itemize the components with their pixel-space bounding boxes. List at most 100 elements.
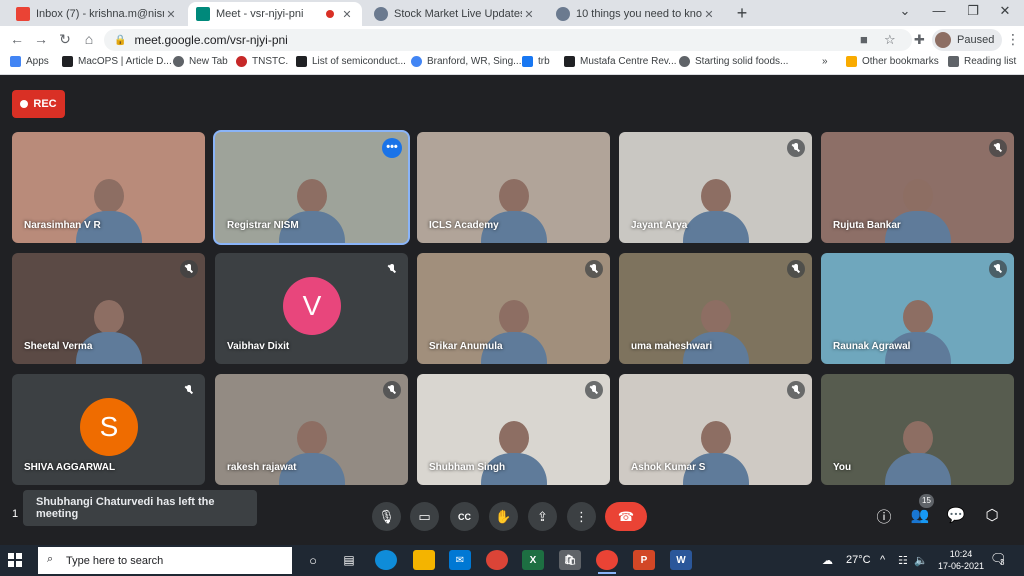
word-icon[interactable]: W [670,550,692,570]
chat-icon[interactable]: 💬 [945,506,967,524]
participant-name: Rujuta Bankar [833,220,901,231]
participant-tile[interactable]: Ashok Kumar S [619,374,812,485]
tab-title: Stock Market Live Updates: Sens [394,8,522,20]
windows-start-icon[interactable] [8,553,22,567]
leave-call-button[interactable]: ☎ [605,502,647,531]
forward-button[interactable]: → [32,31,50,47]
excel-icon[interactable]: X [522,550,544,570]
weather-icon[interactable]: ☁ [822,554,833,567]
bookmark-trb[interactable]: trb [522,56,550,67]
store-icon[interactable]: 🛍 [559,550,581,570]
tile-options-icon[interactable]: ••• [382,138,402,158]
taskbar-search-box[interactable]: ⌕ Type here to search [38,547,292,574]
tray-chevron-icon[interactable]: ^ [880,554,885,566]
tab-meet[interactable]: Meet - vsr-njyi-pni ✕ [188,2,362,26]
edge-icon[interactable] [375,550,397,570]
chrome-icon[interactable] [486,550,508,570]
task-view-icon[interactable]: ▤ [338,550,360,570]
bookmark-reading-list[interactable]: Reading list [948,56,1016,67]
close-icon[interactable]: ✕ [522,8,536,21]
participant-name: You [833,462,852,473]
file-explorer-icon[interactable] [413,550,435,570]
bookmark-label: trb [538,56,550,67]
bookmark-macops[interactable]: MacOPS | Article D... [62,56,172,67]
bookmark-star-icon[interactable]: ☆ [884,32,896,48]
participant-video [275,175,349,243]
participant-video [679,175,753,243]
mic-off-icon [180,260,198,278]
bookmark-solid-foods[interactable]: Starting solid foods... [679,56,788,67]
captions-button[interactable]: CC [450,502,479,531]
bookmark-tnstc[interactable]: TNSTC. [236,56,288,67]
taskbar-clock[interactable]: 10:24 17-06-2021 [936,548,986,572]
bookmark-label: Starting solid foods... [695,56,789,67]
bookmark-new-tab[interactable]: New Tab [173,56,228,67]
mic-off-icon [787,381,805,399]
activities-icon[interactable]: ⬡ [981,506,1003,524]
camera-icon[interactable]: ■ [860,32,868,47]
mic-off-icon [989,260,1007,278]
more-options-button[interactable]: ⋮ [567,502,596,531]
extensions-icon[interactable]: ✚ [914,32,925,48]
chrome-active-icon[interactable] [596,550,618,574]
participant-tile[interactable]: Sheetal Verma [12,253,205,364]
participant-tile[interactable]: Rujuta Bankar [821,132,1014,243]
people-icon[interactable]: 👥 [909,506,931,524]
mic-off-icon [383,260,401,278]
bookmark-semiconductors[interactable]: List of semiconduct... [296,56,406,67]
more-bookmarks-chevron-icon[interactable]: » [822,56,828,67]
back-button[interactable]: ← [8,31,26,47]
participant-tile[interactable]: Registrar NISM ••• [215,132,408,243]
window-close-button[interactable]: ✕ [990,3,1020,19]
raise-hand-button[interactable]: ✋ [489,502,518,531]
bookmark-branford[interactable]: Branford, WR, Sing... [411,56,521,67]
participant-tile[interactable]: Jayant Arya [619,132,812,243]
camera-button[interactable]: ▭ [410,502,439,531]
restore-button[interactable]: ❐ [958,3,988,19]
network-icon[interactable]: ☷ [898,554,908,567]
participant-tile[interactable]: rakesh rajawat [215,374,408,485]
participant-video [679,296,753,364]
powerpoint-icon[interactable]: P [633,550,655,570]
participant-tile[interactable]: ICLS Academy [417,132,610,243]
mail-icon[interactable]: ✉ [449,550,471,570]
participant-tile[interactable]: S SHIVA AGGARWAL [12,374,205,485]
meeting-details-icon[interactable]: ⓘ [873,506,895,527]
profile-button[interactable]: Paused [932,29,1003,51]
gmail-icon [16,7,30,21]
news-icon [374,7,388,21]
participant-tile[interactable]: uma maheshwari [619,253,812,364]
participant-tile[interactable]: V Vaibhav Dixit [215,253,408,364]
mic-off-icon [180,381,198,399]
participant-tile[interactable]: You [821,374,1014,485]
reload-button[interactable]: ↻ [56,31,74,48]
cortana-icon[interactable]: ○ [302,550,324,570]
volume-icon[interactable]: 🔈 [914,554,928,567]
bookmark-apps[interactable]: Apps [10,56,49,67]
participant-tile[interactable]: Srikar Anumula [417,253,610,364]
participant-tile[interactable]: Raunak Agrawal [821,253,1014,364]
address-bar[interactable]: 🔒 meet.google.com/vsr-njyi-pni [104,29,912,51]
tab-ten-things[interactable]: 10 things you need to know befo ✕ [548,2,724,26]
tab-search-icon[interactable]: ⌄ [890,3,920,19]
chrome-menu-icon[interactable]: ⋮ [1006,31,1020,48]
more-vertical-icon: ⋮ [575,508,588,524]
close-icon[interactable]: ✕ [340,8,354,21]
recording-button[interactable]: REC [12,90,65,118]
close-icon[interactable]: ✕ [164,8,178,21]
bookmark-mustafa[interactable]: Mustafa Centre Rev... [564,56,677,67]
video-camera-icon: ▭ [418,508,431,524]
new-tab-button[interactable]: + [732,3,752,24]
participant-tile[interactable]: Narasimhan V R [12,132,205,243]
participant-name: rakesh rajawat [227,462,297,473]
tab-gmail[interactable]: Inbox (7) - krishna.m@nism.ac.in ✕ [8,2,186,26]
home-button[interactable]: ⌂ [80,31,98,47]
bookmark-other[interactable]: Other bookmarks [846,56,939,67]
close-icon[interactable]: ✕ [702,8,716,21]
tab-stock-market[interactable]: Stock Market Live Updates: Sens ✕ [366,2,544,26]
participant-tile[interactable]: Shubham Singh [417,374,610,485]
present-button[interactable]: ⇪ [528,502,557,531]
minimize-button[interactable]: — [924,3,954,18]
microphone-button[interactable]: 🎙 [372,502,401,531]
people-count-badge: 15 [919,494,934,508]
